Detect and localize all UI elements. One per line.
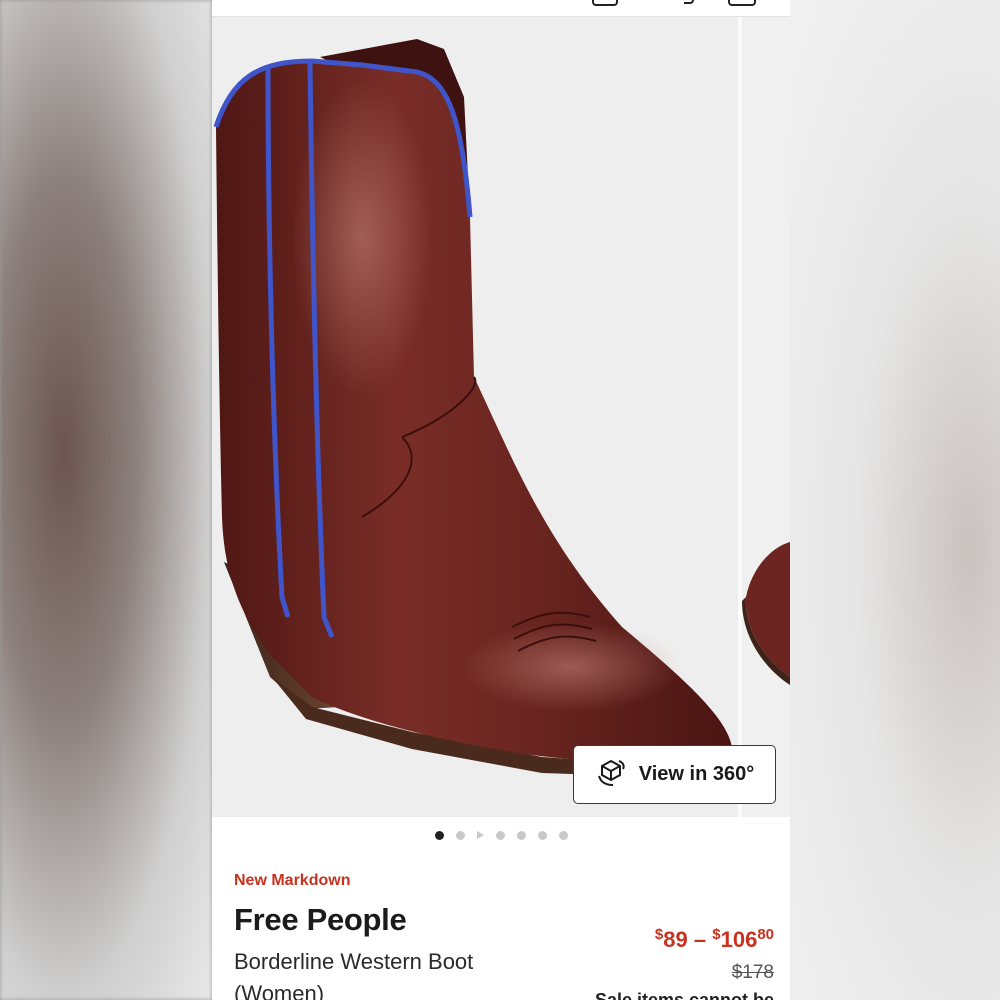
- price-high: 106: [720, 927, 758, 952]
- brand-name[interactable]: Free People: [234, 902, 407, 938]
- markdown-badge: New Markdown: [234, 872, 351, 889]
- image-gallery[interactable]: View in 360°: [212, 17, 790, 817]
- original-price: $178: [731, 962, 774, 983]
- price-low-symbol: $: [654, 926, 664, 943]
- bag-icon[interactable]: [728, 0, 756, 6]
- product-image[interactable]: [212, 17, 738, 817]
- sale-price: $89 – $10680: [655, 926, 774, 953]
- carousel-dot-4[interactable]: [516, 830, 526, 840]
- carousel-dots: [212, 826, 790, 844]
- video-play-icon[interactable]: [476, 831, 484, 839]
- product-title: Borderline Western Boot (Women): [234, 949, 474, 1000]
- top-nav-bar: [212, 0, 790, 17]
- cube-360-icon: [595, 756, 627, 793]
- price-high-symbol: $: [712, 926, 721, 943]
- search-icon[interactable]: [684, 0, 694, 4]
- price-low: 89: [663, 927, 688, 952]
- carousel-dot-6[interactable]: [558, 830, 568, 840]
- next-product-image[interactable]: [742, 17, 790, 817]
- price-separator: –: [693, 927, 707, 952]
- account-icon[interactable]: [592, 0, 618, 6]
- carousel-dot-5[interactable]: [537, 830, 547, 840]
- backdrop-left: [0, 0, 212, 1000]
- price-high-cents: 80: [757, 926, 774, 943]
- next-boot-peek: [742, 542, 790, 685]
- view-360-label: View in 360°: [638, 763, 755, 785]
- final-sale-note: Sale items cannot be: [594, 990, 774, 1000]
- product-page: View in 360° New Markdown Free People Bo…: [212, 0, 790, 1000]
- carousel-dot-3[interactable]: [495, 830, 505, 840]
- boot-illustration: [213, 39, 734, 777]
- carousel-dot-1[interactable]: [434, 830, 444, 840]
- backdrop-right: [790, 0, 1000, 1000]
- carousel-dot-2[interactable]: [455, 830, 465, 840]
- view-360-button[interactable]: View in 360°: [573, 745, 776, 804]
